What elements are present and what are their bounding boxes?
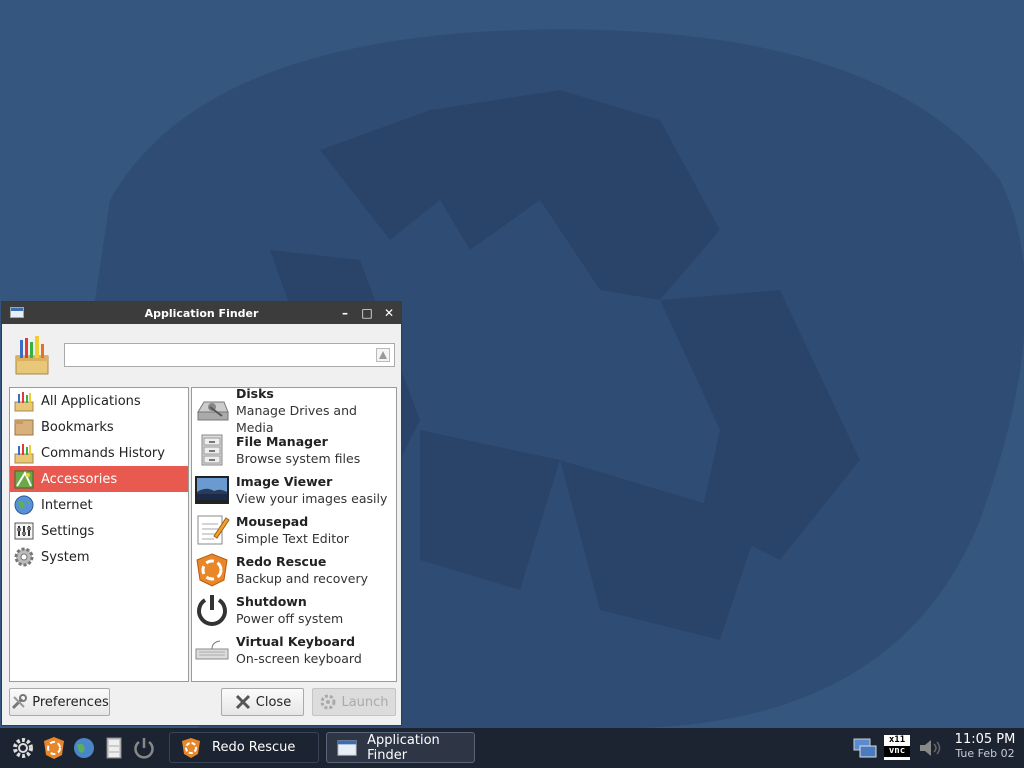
notepad-icon [197, 515, 230, 545]
window-icon [337, 739, 357, 756]
app-description: Backup and recovery [236, 571, 368, 586]
app-description: Browse system files [236, 451, 361, 466]
window-titlebar[interactable]: Application Finder – □ ✕ [2, 302, 401, 324]
app-redo-rescue[interactable]: Redo Rescue Backup and recovery [192, 550, 396, 590]
clear-search-icon[interactable] [376, 348, 390, 362]
category-label: Internet [41, 497, 93, 513]
globe-icon [14, 495, 34, 515]
close-label: Close [255, 694, 292, 710]
accessories-icon [14, 470, 34, 489]
preferences-label: Preferences [32, 694, 109, 710]
category-label: All Applications [41, 393, 141, 409]
settings-icon [14, 522, 34, 540]
categories-list: All Applications Bookmarks Commands Hist… [9, 387, 189, 682]
minimize-button[interactable]: – [339, 306, 351, 320]
task-label: Application Finder [367, 732, 440, 763]
close-window-button[interactable]: ✕ [383, 306, 395, 320]
category-system[interactable]: System [10, 544, 188, 570]
app-file-manager[interactable]: File Manager Browse system files [192, 430, 396, 470]
preferences-icon [12, 694, 28, 710]
app-description: On-screen keyboard [236, 651, 362, 666]
disks-icon [197, 401, 229, 421]
preferences-button[interactable]: Preferences [9, 688, 110, 716]
app-name: Virtual Keyboard [236, 634, 356, 649]
power-icon [197, 595, 227, 626]
app-name: File Manager [236, 434, 328, 449]
launch-button[interactable]: Launch [312, 688, 396, 716]
app-description: Power off system [236, 611, 344, 626]
vnc-label-top: x11 [888, 735, 906, 745]
system-gear-icon [14, 547, 34, 567]
category-all-applications[interactable]: All Applications [10, 388, 188, 414]
close-button[interactable]: Close [221, 688, 304, 716]
app-name: Shutdown [236, 594, 307, 609]
task-label: Redo Rescue [212, 740, 296, 755]
all-apps-icon [14, 392, 34, 412]
category-settings[interactable]: Settings [10, 518, 188, 544]
task-application-finder[interactable]: Application Finder [326, 732, 475, 763]
app-shutdown[interactable]: Shutdown Power off system [192, 590, 396, 630]
category-bookmarks[interactable]: Bookmarks [10, 414, 188, 440]
app-description: Simple Text Editor [236, 531, 349, 546]
applications-list: Disks Manage Drives and Media File Manage… [191, 386, 397, 682]
app-image-viewer[interactable]: Image Viewer View your images easily [192, 470, 396, 510]
file-cabinet-icon [201, 434, 223, 466]
clock-time: 11:05 PM [954, 732, 1016, 747]
search-input[interactable] [64, 343, 395, 367]
window-controls: – □ ✕ [339, 302, 395, 324]
file-manager-launcher-icon[interactable] [102, 736, 126, 760]
app-virtual-keyboard[interactable]: Virtual Keyboard On-screen keyboard [192, 630, 396, 670]
redo-rescue-icon [196, 553, 228, 587]
clock[interactable]: 11:05 PM Tue Feb 02 [950, 732, 1020, 760]
redo-rescue-launcher-icon[interactable] [42, 736, 66, 760]
power-launcher-icon[interactable] [132, 736, 156, 760]
launch-icon [320, 694, 336, 710]
volume-muted-icon[interactable] [917, 736, 943, 760]
app-name: Mousepad [236, 514, 309, 529]
browser-globe-icon[interactable] [72, 736, 96, 760]
category-label: System [41, 549, 90, 565]
maximize-button[interactable]: □ [361, 306, 373, 320]
category-label: Accessories [41, 471, 118, 487]
window-title: Application Finder [144, 306, 259, 320]
network-icon[interactable] [852, 736, 878, 760]
vnc-label-bottom: vnc [884, 746, 910, 757]
app-mousepad[interactable]: Mousepad Simple Text Editor [192, 510, 396, 550]
app-description: View your images easily [236, 491, 388, 506]
app-name: Image Viewer [236, 474, 333, 489]
history-icon [14, 444, 34, 464]
category-label: Commands History [41, 445, 165, 461]
settings-gear-icon[interactable] [11, 736, 35, 760]
app-disks[interactable]: Disks Manage Drives and Media [192, 386, 396, 435]
bookmarks-icon [14, 419, 34, 436]
vnc-tray-icon[interactable]: x11 vnc [884, 735, 910, 760]
app-name: Disks [236, 385, 274, 401]
category-accessories[interactable]: Accessories [10, 466, 188, 492]
close-icon [235, 694, 250, 710]
launch-label: Launch [341, 694, 389, 710]
window-icon [10, 307, 24, 318]
category-label: Bookmarks [41, 419, 114, 435]
app-description: Manage Drives and Media [236, 402, 357, 435]
image-viewer-icon [195, 476, 229, 504]
task-redo-rescue[interactable]: Redo Rescue [169, 732, 319, 763]
keyboard-icon [195, 640, 229, 660]
taskbar: Redo Rescue Application Finder x11 vnc 1… [0, 728, 1024, 768]
application-finder-window: Application Finder – □ ✕ All Application… [1, 301, 402, 726]
category-commands-history[interactable]: Commands History [10, 440, 188, 466]
app-name: Redo Rescue [236, 554, 327, 569]
category-internet[interactable]: Internet [10, 492, 188, 518]
category-label: Settings [41, 523, 95, 539]
redo-rescue-icon [182, 737, 200, 758]
application-finder-icon [15, 336, 49, 375]
clock-date: Tue Feb 02 [955, 747, 1015, 760]
